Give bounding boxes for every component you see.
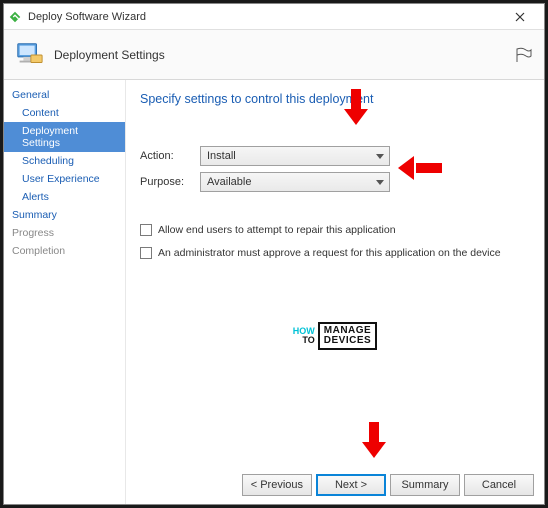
summary-button[interactable]: Summary <box>390 474 460 496</box>
wizard-buttons: < Previous Next > Summary Cancel <box>242 474 534 496</box>
repair-checkbox-row: Allow end users to attempt to repair thi… <box>140 224 530 236</box>
wizard-banner: Deployment Settings <box>4 30 544 80</box>
action-label: Action: <box>140 150 200 162</box>
action-row: Action: Install <box>140 146 530 166</box>
wizard-body: General Content Deployment Settings Sche… <box>4 80 544 504</box>
action-dropdown[interactable]: Install <box>200 146 390 166</box>
action-value: Install <box>207 150 236 162</box>
nav-item-content[interactable]: Content <box>4 104 125 122</box>
repair-checkbox-label: Allow end users to attempt to repair thi… <box>158 224 396 236</box>
watermark-devices: DEVICES <box>324 336 371 346</box>
annotation-arrow-purpose <box>398 156 442 180</box>
computer-icon <box>14 40 44 70</box>
content-pane: Specify settings to control this deploym… <box>126 80 544 504</box>
titlebar: Deploy Software Wizard <box>4 4 544 30</box>
repair-checkbox[interactable] <box>140 224 152 236</box>
banner-title: Deployment Settings <box>54 48 514 62</box>
window-title: Deploy Software Wizard <box>28 11 500 23</box>
purpose-label: Purpose: <box>140 176 200 188</box>
nav-item-completion: Completion <box>4 242 125 260</box>
nav-item-user-experience[interactable]: User Experience <box>4 170 125 188</box>
watermark-logo: HOW TO MANAGE DEVICES <box>140 322 530 350</box>
help-flag-icon[interactable] <box>514 47 534 63</box>
nav-item-alerts[interactable]: Alerts <box>4 188 125 206</box>
nav-group-general[interactable]: General <box>4 86 125 104</box>
cancel-button[interactable]: Cancel <box>464 474 534 496</box>
purpose-value: Available <box>207 176 251 188</box>
purpose-dropdown[interactable]: Available <box>200 172 390 192</box>
nav-item-deployment-settings[interactable]: Deployment Settings <box>4 122 125 152</box>
next-button[interactable]: Next > <box>316 474 386 496</box>
approve-checkbox-label: An administrator must approve a request … <box>158 247 501 259</box>
nav-group-summary[interactable]: Summary <box>4 206 125 224</box>
approve-checkbox-row: An administrator must approve a request … <box>140 247 530 259</box>
purpose-row: Purpose: Available <box>140 172 530 192</box>
annotation-arrow-action <box>344 89 368 127</box>
app-icon <box>8 10 22 24</box>
annotation-arrow-next <box>362 422 386 460</box>
close-button[interactable] <box>500 5 540 29</box>
nav-item-scheduling[interactable]: Scheduling <box>4 152 125 170</box>
nav-item-progress: Progress <box>4 224 125 242</box>
wizard-nav: General Content Deployment Settings Sche… <box>4 80 126 504</box>
page-heading: Specify settings to control this deploym… <box>140 92 530 106</box>
previous-button[interactable]: < Previous <box>242 474 312 496</box>
watermark-to: TO <box>293 336 315 345</box>
approve-checkbox[interactable] <box>140 247 152 259</box>
deploy-software-wizard-window: Deploy Software Wizard Deployment Settin… <box>3 3 545 505</box>
